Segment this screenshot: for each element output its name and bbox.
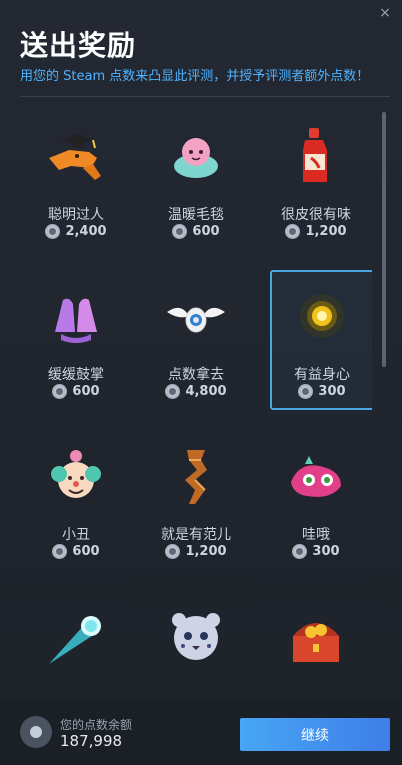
award-item-selected[interactable]: 有益身心 300 bbox=[270, 270, 372, 410]
dialog-subtitle: 用您的 Steam 点数来凸显此评测，并授予评测者额外点数！ bbox=[20, 69, 370, 84]
steam-points-icon bbox=[172, 224, 188, 239]
scrollbar-thumb[interactable] bbox=[382, 112, 386, 367]
award-price: 300 bbox=[272, 384, 372, 399]
steam-points-icon bbox=[52, 384, 68, 399]
steam-points-icon bbox=[285, 224, 301, 239]
dialog-title: 送出奖励 bbox=[20, 29, 137, 62]
steam-points-icon bbox=[165, 544, 181, 559]
wow-face-icon bbox=[291, 456, 341, 497]
award-item[interactable] bbox=[264, 592, 368, 692]
steam-points-icon bbox=[292, 544, 308, 559]
award-label: 点数拿去 bbox=[168, 367, 224, 383]
footer: 您的点数余额 187,998 继续 bbox=[0, 702, 402, 765]
award-item[interactable] bbox=[144, 592, 248, 692]
award-item[interactable]: 很皮很有味 1,200 bbox=[264, 112, 368, 252]
steam-points-icon bbox=[298, 384, 314, 399]
award-price: 300 bbox=[264, 544, 368, 559]
award-grid: 聪明过人 2,400 温暖毛毯 600 很皮很有味 1,200 缓缓鼓掌 600… bbox=[20, 112, 372, 692]
award-dialog: × 送出奖励 用您的 Steam 点数来凸显此评测，并授予评测者额外点数！ 聪明… bbox=[0, 0, 402, 765]
award-price: 600 bbox=[144, 224, 248, 239]
award-label: 就是有范儿 bbox=[161, 527, 231, 543]
steam-points-icon bbox=[45, 224, 61, 239]
award-price: 2,400 bbox=[24, 224, 128, 239]
steam-points-icon bbox=[165, 384, 181, 399]
divider bbox=[20, 96, 390, 97]
balance-value: 187,998 bbox=[60, 732, 123, 750]
award-item[interactable]: 聪明过人 2,400 bbox=[24, 112, 128, 252]
award-label: 缓缓鼓掌 bbox=[48, 367, 104, 383]
award-item[interactable]: 温暖毛毯 600 bbox=[144, 112, 248, 252]
award-label: 温暖毛毯 bbox=[168, 207, 224, 223]
award-price: 600 bbox=[24, 384, 128, 399]
balance-label: 您的点数余额 bbox=[60, 718, 133, 732]
continue-button[interactable]: 继续 bbox=[240, 718, 390, 751]
graduate-dinosaur-icon bbox=[49, 134, 101, 180]
clown-icon bbox=[51, 450, 101, 498]
award-price: 1,200 bbox=[264, 224, 368, 239]
hot-sauce-icon bbox=[303, 128, 327, 182]
steam-points-icon bbox=[20, 716, 52, 748]
treasure-chest-icon bbox=[293, 623, 339, 662]
leopard-icon bbox=[172, 613, 220, 660]
clapping-hands-icon bbox=[55, 298, 97, 343]
award-item[interactable]: 哇哦 300 bbox=[264, 432, 368, 572]
winged-coin-icon bbox=[167, 307, 225, 333]
award-item[interactable]: 缓缓鼓掌 600 bbox=[24, 272, 128, 412]
award-item[interactable]: 就是有范儿 1,200 bbox=[144, 432, 248, 572]
award-price: 1,200 bbox=[144, 544, 248, 559]
close-icon[interactable]: × bbox=[378, 6, 392, 20]
glowing-orb-icon bbox=[300, 294, 344, 338]
award-price: 600 bbox=[24, 544, 128, 559]
comet-icon bbox=[49, 616, 101, 664]
award-label: 聪明过人 bbox=[48, 207, 104, 223]
award-label: 很皮很有味 bbox=[281, 207, 351, 223]
award-item[interactable]: 点数拿去 4,800 bbox=[144, 272, 248, 412]
steam-points-icon bbox=[52, 544, 68, 559]
award-price: 4,800 bbox=[144, 384, 248, 399]
award-item[interactable]: 小丑 600 bbox=[24, 432, 128, 572]
award-label: 哇哦 bbox=[302, 527, 330, 543]
award-item[interactable] bbox=[24, 592, 128, 692]
twisted-pillar-icon bbox=[185, 450, 207, 504]
award-label: 有益身心 bbox=[294, 367, 350, 383]
blanket-creature-icon bbox=[174, 138, 218, 178]
award-label: 小丑 bbox=[62, 527, 90, 543]
